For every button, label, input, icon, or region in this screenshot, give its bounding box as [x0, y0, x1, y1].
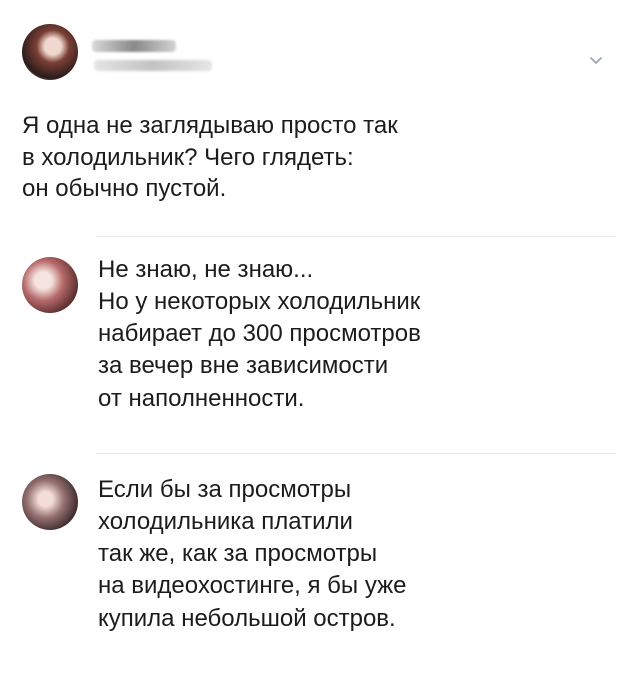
reply-text-1: Не знаю, не знаю... Но у некоторых холод… [98, 256, 421, 412]
post-meta-blurred [94, 60, 212, 71]
reply-divider [96, 453, 616, 454]
chevron-down-icon [590, 57, 602, 64]
reply-avatar-2[interactable] [22, 474, 78, 530]
reply-divider [96, 236, 616, 237]
reply-text-2: Если бы за просмотры холодильника платил… [98, 476, 407, 632]
author-avatar[interactable] [22, 24, 78, 80]
author-name-blurred[interactable] [92, 40, 176, 52]
reply-avatar-1[interactable] [22, 257, 78, 313]
post-text: Я одна не заглядываю просто так в холоди… [22, 112, 398, 203]
post-header [22, 20, 622, 84]
post-menu-button[interactable] [586, 50, 606, 70]
social-post: Я одна не заглядываю просто так в холоди… [0, 0, 640, 677]
